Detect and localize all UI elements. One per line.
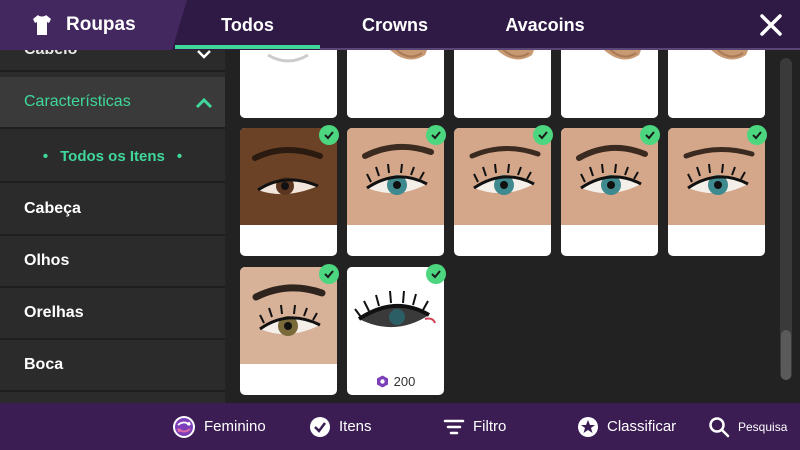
item-price: 200 xyxy=(347,374,444,389)
sidebar-item-boca[interactable]: Boca xyxy=(0,340,225,392)
category-sidebar: Cabelo Características • Todos os Itens … xyxy=(0,50,225,403)
items-label: Itens xyxy=(339,418,372,435)
sidebar-item-caracteristicas[interactable]: Características xyxy=(0,77,225,129)
scrollbar-thumb[interactable] xyxy=(781,330,791,380)
item-grid: 200 xyxy=(225,50,800,403)
sort-star-icon xyxy=(578,416,598,437)
filter-label: Filtro xyxy=(473,418,507,435)
check-circle-icon xyxy=(310,416,330,437)
item-card-eye[interactable] xyxy=(668,128,765,256)
owned-check-icon xyxy=(533,125,553,145)
item-card-eye[interactable] xyxy=(240,128,337,256)
brand-area: Roupas xyxy=(0,0,187,50)
sidebar-item-label: Orelhas xyxy=(24,304,84,321)
item-card-ear[interactable] xyxy=(454,50,551,118)
owned-check-icon xyxy=(426,264,446,284)
owned-check-icon xyxy=(319,264,339,284)
sidebar-item-cabelo[interactable]: Cabelo xyxy=(0,50,225,72)
active-tab-indicator xyxy=(175,45,320,49)
sidebar-item-label: Olhos xyxy=(24,252,70,269)
sidebar-item-label: Cabelo xyxy=(24,50,77,59)
owned-check-icon xyxy=(640,125,660,145)
item-card-eye[interactable] xyxy=(561,128,658,256)
chevron-up-icon xyxy=(195,97,213,109)
ear-thumbnail xyxy=(347,50,444,118)
sidebar-item-orelhas[interactable]: Orelhas xyxy=(0,288,225,340)
item-card-eye-lashes[interactable]: 200 xyxy=(347,267,444,395)
ear-thumbnail xyxy=(668,50,765,118)
item-card-eye[interactable] xyxy=(347,128,444,256)
tab-crowns[interactable]: Crowns xyxy=(330,0,460,50)
item-card-ear[interactable] xyxy=(561,50,658,118)
bullet-dot: • xyxy=(42,147,49,165)
ear-thumbnail xyxy=(454,50,551,118)
tab-todos[interactable]: Todos xyxy=(175,0,320,50)
page-title: Roupas xyxy=(66,14,136,35)
ear-thumbnail xyxy=(240,50,337,118)
sidebar-item-todos-os-itens[interactable]: • Todos os Itens • xyxy=(0,131,225,183)
search-icon xyxy=(709,416,730,437)
top-bar: Roupas Todos Crowns Avacoins xyxy=(0,0,800,50)
sidebar-item-label: Todos os Itens xyxy=(60,147,165,165)
item-card-eye[interactable] xyxy=(454,128,551,256)
sort-button[interactable]: Classificar xyxy=(577,403,676,450)
item-card-ear[interactable] xyxy=(240,50,337,118)
bullet-dot: • xyxy=(176,147,183,165)
filter-button[interactable]: Filtro xyxy=(443,403,506,450)
item-card-eye[interactable] xyxy=(240,267,337,395)
tab-avacoins[interactable]: Avacoins xyxy=(470,0,620,50)
search-button[interactable]: Pesquisa xyxy=(708,403,787,450)
gender-label: Feminino xyxy=(204,418,266,435)
chevron-down-icon xyxy=(197,50,211,59)
owned-check-icon xyxy=(747,125,767,145)
ear-thumbnail xyxy=(561,50,658,118)
sidebar-item-label: Cabeça xyxy=(24,200,81,217)
sidebar-item-cabeca[interactable]: Cabeça xyxy=(0,184,225,236)
gender-swap-icon xyxy=(173,415,195,438)
price-value: 200 xyxy=(393,374,416,389)
items-button[interactable]: Itens xyxy=(309,403,372,450)
sort-label: Classificar xyxy=(607,418,677,435)
bottom-toolbar: Feminino Itens Filtro Classificar Pesqui… xyxy=(0,403,800,450)
sidebar-item-olhos[interactable]: Olhos xyxy=(0,236,225,288)
gender-toggle-button[interactable]: Feminino xyxy=(172,403,266,450)
item-card-ear[interactable] xyxy=(668,50,765,118)
close-icon[interactable] xyxy=(756,10,786,40)
search-label: Pesquisa xyxy=(738,419,788,434)
owned-check-icon xyxy=(319,125,339,145)
sidebar-item-label: Boca xyxy=(24,356,64,373)
avacoin-icon xyxy=(376,375,388,388)
owned-check-icon xyxy=(426,125,446,145)
sidebar-item-label: Características xyxy=(24,93,131,110)
filter-icon xyxy=(443,419,465,434)
shirt-icon xyxy=(33,15,51,35)
item-card-ear[interactable] xyxy=(347,50,444,118)
